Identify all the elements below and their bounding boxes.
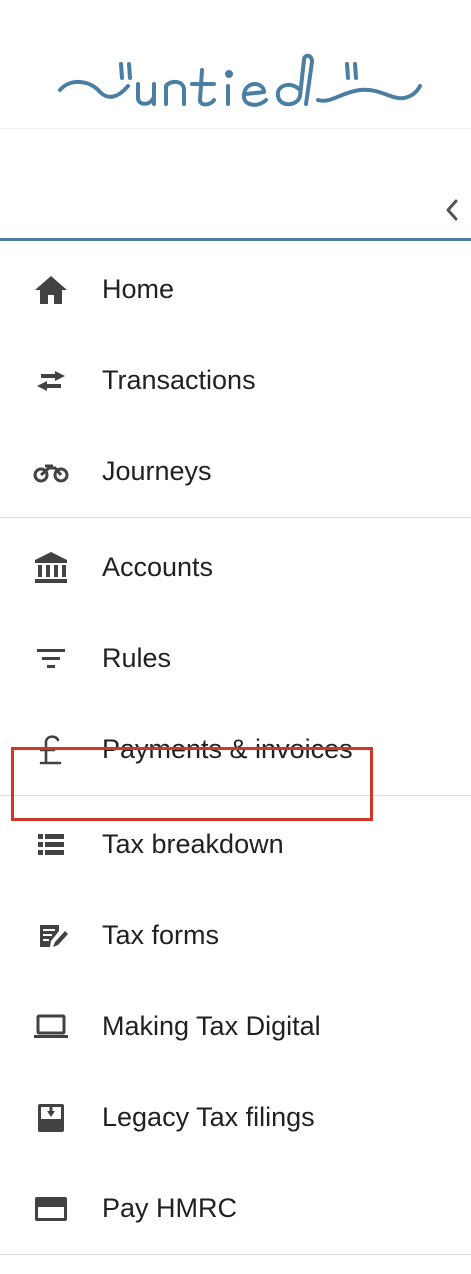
sidebar-item-label: Journeys	[102, 456, 212, 486]
archive-icon	[33, 1100, 69, 1136]
credit-card-icon	[33, 1191, 69, 1227]
logo-header	[0, 0, 471, 129]
sidebar-item-label: Home	[102, 274, 175, 304]
sidebar-item-making-tax-digital[interactable]: Making Tax Digital	[0, 981, 471, 1072]
sidebar-item-payments-invoices[interactable]: Payments & invoices	[0, 704, 471, 795]
menu-group-tax: Tax breakdown Tax forms Making Tax Digit…	[0, 796, 471, 1255]
sidebar-item-pay-hmrc[interactable]: Pay HMRC	[0, 1163, 471, 1254]
sidebar-item-label: Tax breakdown	[102, 829, 284, 859]
sidebar-item-legacy-tax-filings[interactable]: Legacy Tax filings	[0, 1072, 471, 1163]
sidebar-item-label: Payments & invoices	[102, 734, 353, 764]
swap-arrows-icon	[33, 363, 69, 399]
sidebar-item-home[interactable]: Home	[0, 244, 471, 335]
home-icon	[33, 272, 69, 308]
sidebar-item-label: Tax forms	[102, 920, 220, 950]
menu-group-main: Home Transactions Journeys	[0, 244, 471, 518]
menu-group-money: Accounts Rules Payments & invoices	[0, 518, 471, 796]
sidebar-item-tax-forms[interactable]: Tax forms	[0, 890, 471, 981]
motorbike-icon	[33, 454, 69, 490]
sidebar-collapse-row	[0, 129, 471, 241]
filter-icon	[33, 641, 69, 677]
form-edit-icon	[33, 918, 69, 954]
sidebar-item-journeys[interactable]: Journeys	[0, 426, 471, 517]
sidebar-item-label: Pay HMRC	[102, 1193, 238, 1223]
untied-logo[interactable]	[0, 0, 471, 129]
list-icon	[33, 827, 69, 863]
pound-icon	[33, 732, 69, 768]
sidebar-item-label: Legacy Tax filings	[102, 1102, 315, 1132]
sidebar-item-label: Rules	[102, 643, 172, 673]
sidebar-item-label: Making Tax Digital	[102, 1011, 321, 1041]
sidebar-item-rules[interactable]: Rules	[0, 613, 471, 704]
sidebar-item-tax-breakdown[interactable]: Tax breakdown	[0, 799, 471, 890]
bank-icon	[33, 550, 69, 586]
laptop-icon	[33, 1009, 69, 1045]
sidebar-item-accounts[interactable]: Accounts	[0, 522, 471, 613]
sidebar-menu: Home Transactions Journeys Accounts Rule…	[0, 244, 471, 1255]
chevron-left-icon	[446, 199, 458, 221]
sidebar-item-transactions[interactable]: Transactions	[0, 335, 471, 426]
collapse-sidebar-button[interactable]	[437, 195, 467, 225]
sidebar-item-label: Accounts	[102, 552, 214, 582]
sidebar-item-label: Transactions	[102, 365, 256, 395]
